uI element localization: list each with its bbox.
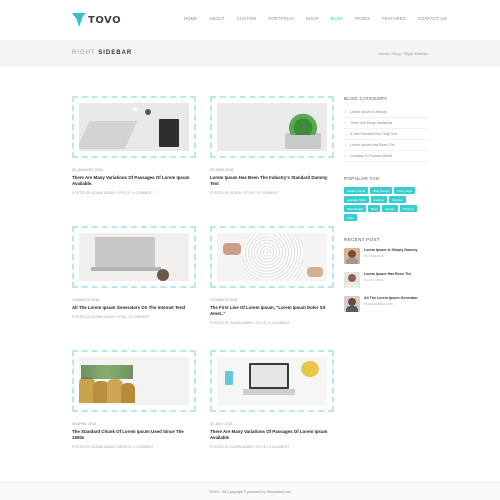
footer-copyright: TOVO - All Copyright © powered by Templa… <box>208 490 291 494</box>
post-image-pineapples <box>79 357 189 405</box>
nav-item-about[interactable]: ABOUT <box>209 16 224 21</box>
category-item[interactable]: Lorem Ipsum Has Been The <box>344 140 428 151</box>
page-title: RIGHT SIDEBAR <box>72 50 132 56</box>
category-item[interactable]: Contrary To Popular Belief <box>344 151 428 162</box>
recent-post-title[interactable]: All The Lorem Ipsum Generator <box>364 296 418 301</box>
tag[interactable]: Fashion Style <box>344 187 369 194</box>
post-card[interactable]: 05 JANUARY 2018 There Are Many Variation… <box>72 96 196 195</box>
recent-post-thumbnail[interactable] <box>344 248 360 264</box>
post-title[interactable]: The First Line Of Lorem Ipsum, "Lorem Ip… <box>210 305 334 317</box>
post-thumbnail[interactable] <box>210 350 334 412</box>
tag[interactable]: Design <box>382 205 398 212</box>
tag[interactable]: Web Design <box>344 205 367 212</box>
breadcrumb[interactable]: Home / Blog / Right Sidebar <box>378 51 428 56</box>
nav-item-home[interactable]: HOME <box>184 16 197 21</box>
recent-post-title[interactable]: Lorem Ipsum Is Simply Dummy <box>364 248 418 253</box>
post-date: 20 JULY 2018 <box>210 422 233 426</box>
post-image-succulent <box>217 103 327 151</box>
site-logo[interactable]: TOVO <box>72 12 121 28</box>
site-header: TOVO HOME ABOUT CUSTOM PORTFOLIO SHOP BLOG PAG… <box>0 0 500 40</box>
page-title-bar: RIGHT SIDEBAR Home / Blog / Right Sideba… <box>0 40 500 67</box>
post-meta: POSTED BY ADMIN / STYLE / 5 COMMENT <box>210 191 278 195</box>
post-date: 05 JANUARY 2018 <box>72 168 103 172</box>
tag[interactable]: Style <box>344 214 357 221</box>
category-item[interactable]: Lorem Ipsum Is Simply <box>344 107 428 118</box>
category-widget-title: BLOG CATEGORY <box>344 96 388 101</box>
tag[interactable]: Animate Style <box>344 196 369 203</box>
post-image-laptop-bed <box>79 233 189 281</box>
post-image-laptop-workspace <box>217 357 327 405</box>
recent-post[interactable]: All The Lorem Ipsum Generator 05 DECEMBE… <box>344 296 428 312</box>
logo-mark-icon <box>72 13 86 27</box>
tag[interactable]: Mockup <box>389 196 406 203</box>
post-thumbnail[interactable] <box>210 96 334 158</box>
nav-item-custom[interactable]: CUSTOM <box>237 16 256 21</box>
nav-item-features[interactable]: FEATURES <box>382 16 406 21</box>
nav-item-shop[interactable]: SHOP <box>306 16 319 21</box>
post-meta: POSTED BY ADMIN ADMIN / DESIGN / 4 COMME… <box>72 445 154 449</box>
category-item[interactable]: It Has Survived Not Only Five <box>344 129 428 140</box>
post-card[interactable]: 20 MARCH 2018 The First Line Of Lorem Ip… <box>210 226 334 325</box>
post-meta: POSTED BY ADMIN ADMIN / STYLE / 5 COMMEN… <box>210 445 290 449</box>
nav-item-pages[interactable]: PAGES <box>355 16 370 21</box>
recent-post-thumbnail[interactable] <box>344 296 360 312</box>
logo-text: TOVO <box>88 14 122 26</box>
post-title[interactable]: There Are Many Variations Of Passages Of… <box>72 175 196 187</box>
post-card[interactable]: 08 APRIL 2018 The Standard Chunk Of Lore… <box>72 350 196 449</box>
post-title[interactable]: There Are Many Variations Of Passages Of… <box>210 429 334 441</box>
page-title-bold: SIDEBAR <box>98 50 133 56</box>
nav-item-blog[interactable]: BLOG <box>331 16 343 21</box>
post-thumbnail[interactable] <box>72 350 196 412</box>
recent-post-thumbnail[interactable] <box>344 272 360 288</box>
tag[interactable]: Blog <box>368 205 381 212</box>
page-title-light: RIGHT <box>72 50 96 56</box>
recent-post[interactable]: Lorem Ipsum Has Been The 20 JULY 2018 <box>344 272 428 288</box>
post-title[interactable]: Lorem Ipsum Has Been The Industry's Stan… <box>210 175 334 187</box>
recent-post-title[interactable]: Lorem Ipsum Has Been The <box>364 272 411 277</box>
tag-cloud: Fashion Style Blog Design Party Night An… <box>344 187 428 221</box>
recent-widget-title: RECENT POST <box>344 237 380 242</box>
tag[interactable]: Fashion <box>370 196 388 203</box>
recent-post[interactable]: Lorem Ipsum Is Simply Dummy 29 JUNE 2018 <box>344 248 428 264</box>
post-card[interactable]: 25 JUNE 2018 Lorem Ipsum Has Been The In… <box>210 96 334 195</box>
post-date: 20 MARCH 2018 <box>210 298 238 302</box>
tags-widget-title: POPULAR TAG <box>344 176 380 181</box>
post-meta: POSTED BY ADMIN ADMIN / STYLE / 5 COMMEN… <box>210 321 290 325</box>
tag[interactable]: Party Night <box>394 187 416 194</box>
post-image-drawing <box>217 233 327 281</box>
post-meta: POSTED BY ADMIN ADMIN / OFFICE / 4 COMME… <box>72 191 154 195</box>
recent-post-date: 20 JULY 2018 <box>364 278 383 282</box>
post-meta: POSTED BY ADMIN ADMIN / HTML / 4 COMMENT <box>72 315 150 319</box>
post-thumbnail[interactable] <box>72 226 196 288</box>
nav-item-contact-us[interactable]: CONTACT US <box>418 16 447 21</box>
nav-item-portfolio[interactable]: PORTFOLIO <box>268 16 294 21</box>
recent-post-date: 29 JUNE 2018 <box>364 254 384 258</box>
post-image-laptop-desk <box>79 103 189 151</box>
site-footer: TOVO - All Copyright © powered by Templa… <box>0 482 500 500</box>
post-date: 15 MARCH 2018 <box>72 298 100 302</box>
category-list: Lorem Ipsum Is Simply There Are Many Var… <box>344 107 428 162</box>
post-thumbnail[interactable] <box>72 96 196 158</box>
post-thumbnail[interactable] <box>210 226 334 288</box>
post-date: 25 JUNE 2018 <box>210 168 234 172</box>
post-card[interactable]: 15 MARCH 2018 All The Lorem Ipsum Genera… <box>72 226 196 319</box>
tag[interactable]: Blog Design <box>370 187 393 194</box>
post-date: 08 APRIL 2018 <box>72 422 97 426</box>
tag[interactable]: Drinking <box>399 205 417 212</box>
post-card[interactable]: 20 JULY 2018 There Are Many Variations O… <box>210 350 334 449</box>
post-title[interactable]: The Standard Chunk Of Lorem Ipsum Used S… <box>72 429 196 441</box>
recent-post-date: 05 DECEMBER 2018 <box>364 302 393 306</box>
category-item[interactable]: There Are Many Variations <box>344 118 428 129</box>
main-nav: HOME ABOUT CUSTOM PORTFOLIO SHOP BLOG PAGES FEA… <box>184 16 459 21</box>
sidebar: BLOG CATEGORY Lorem Ipsum Is Simply Ther… <box>344 96 428 320</box>
post-title[interactable]: All The Lorem Ipsum Generators On The In… <box>72 305 196 311</box>
